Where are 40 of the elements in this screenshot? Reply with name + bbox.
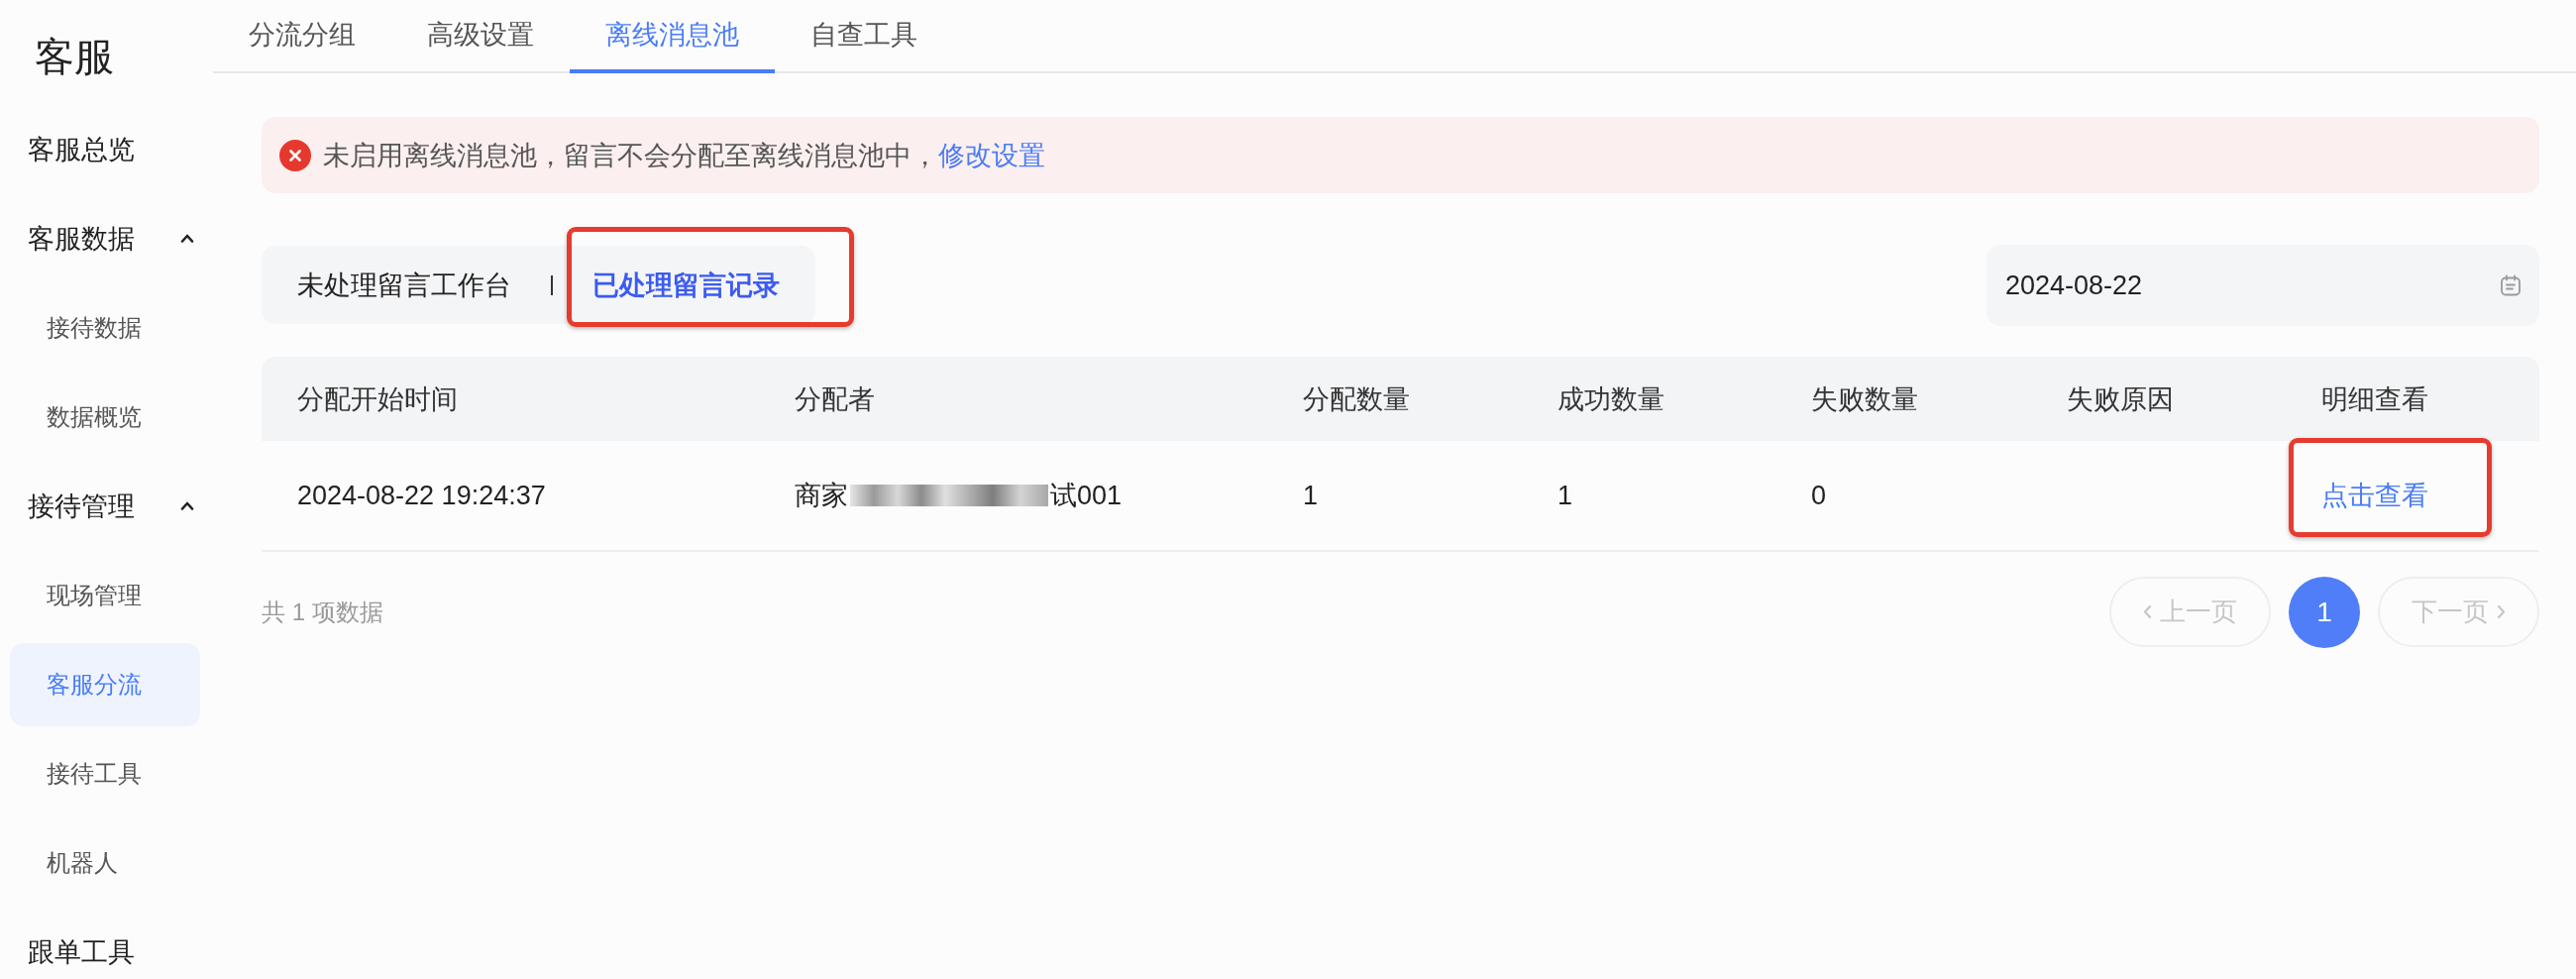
column-header: 分配开始时间: [297, 382, 458, 416]
column-header: 成功数量: [1557, 382, 1664, 416]
table-cell: 1: [1303, 480, 1319, 511]
sidebar-group[interactable]: 客服数据: [10, 194, 200, 283]
caret-up-icon[interactable]: [180, 234, 194, 243]
tab[interactable]: 高级设置: [391, 0, 570, 73]
column-header: 失败数量: [1811, 382, 1918, 416]
column-header: 分配数量: [1303, 382, 1410, 416]
sidebar-item[interactable]: 客服总览: [10, 105, 200, 194]
column-header: 失败原因: [2067, 382, 2174, 416]
page-button[interactable]: 1: [2289, 576, 2360, 648]
chevron-right-icon: [2497, 604, 2506, 619]
sidebar-item[interactable]: 跟单工具: [10, 908, 200, 979]
sidebar-subitem[interactable]: 接待工具: [10, 732, 200, 816]
tab[interactable]: 自查工具: [775, 0, 953, 73]
table-cell: 1: [1557, 480, 1573, 511]
segment-tab[interactable]: 已处理留言记录: [557, 246, 815, 324]
segment-tab[interactable]: 未处理留言工作台: [262, 246, 547, 324]
calendar-icon[interactable]: [2500, 274, 2522, 296]
sidebar-title: 客服: [35, 34, 114, 79]
sidebar-subitem[interactable]: 现场管理: [10, 554, 200, 637]
chevron-left-icon: [2143, 604, 2152, 619]
column-header: 明细查看: [2321, 382, 2428, 416]
sidebar-group[interactable]: 接待管理: [10, 462, 200, 551]
total-count: 共 1 项数据: [262, 597, 383, 627]
sidebar-subitem[interactable]: 数据概览: [10, 376, 200, 459]
table-cell: 0: [1811, 480, 1827, 511]
caret-up-icon[interactable]: [180, 501, 194, 510]
column-header: 分配者: [795, 382, 875, 416]
error-icon: [279, 139, 311, 171]
tab[interactable]: 分流分组: [213, 0, 391, 73]
assigner-text: 商家: [795, 480, 848, 512]
date-field[interactable]: 2024-08-22: [1986, 245, 2539, 326]
sidebar-subitem[interactable]: 机器人: [10, 821, 200, 905]
assigner-text: 试001: [1050, 480, 1123, 512]
tab[interactable]: 离线消息池: [570, 0, 775, 73]
detail-link[interactable]: 点击查看: [2321, 478, 2428, 513]
sidebar-subitem[interactable]: 接待数据: [10, 286, 200, 370]
table-cell: 2024-08-22 19:24:37: [297, 480, 546, 511]
alert-message: 未启用离线消息池，留言不会分配至离线消息池中，修改设置: [323, 139, 1045, 172]
